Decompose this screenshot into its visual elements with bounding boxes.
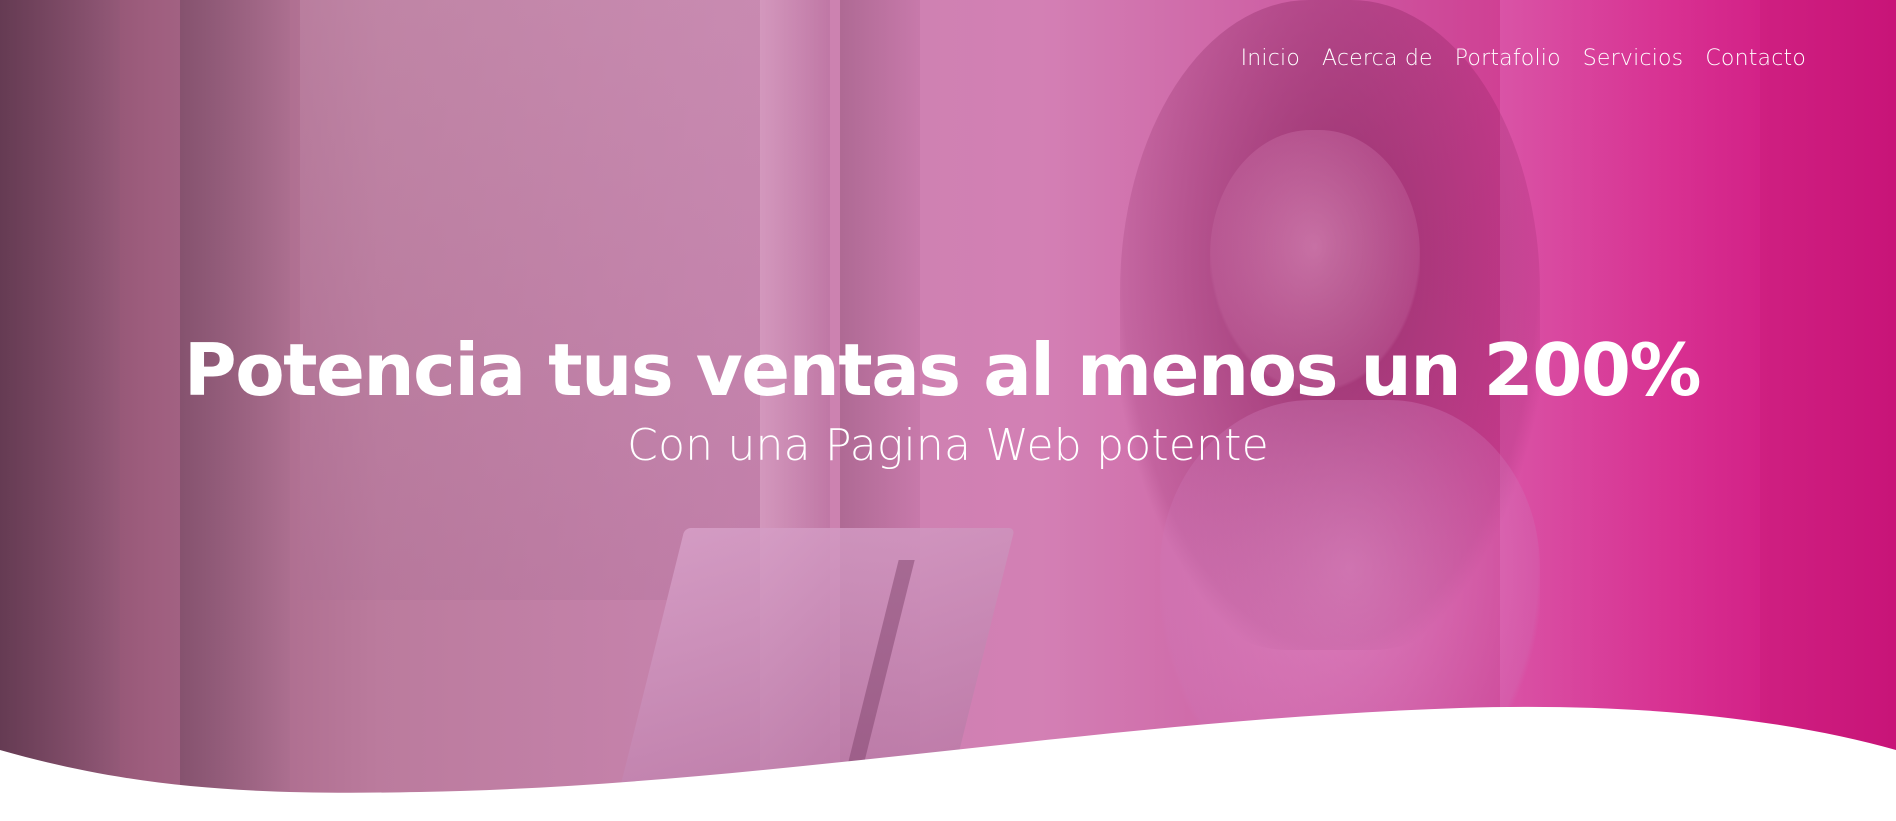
nav-item-acerca-de[interactable]: Acerca de — [1322, 46, 1433, 71]
nav-item-servicios[interactable]: Servicios — [1583, 46, 1684, 71]
nav-item-inicio[interactable]: Inicio — [1241, 46, 1300, 71]
hero-text-block: Potencia tus ventas al menos un 200% Con… — [0, 322, 1896, 474]
nav-item-contacto[interactable]: Contacto — [1705, 46, 1806, 71]
nav-item-portafolio[interactable]: Portafolio — [1455, 46, 1561, 71]
hero-title: Potencia tus ventas al menos un 200% — [183, 328, 1702, 412]
main-nav: Inicio Acerca de Portafolio Servicios Co… — [1241, 46, 1806, 71]
hero-section: Inicio Acerca de Portafolio Servicios Co… — [0, 0, 1896, 821]
hero-subtitle: Con una Pagina Web potente — [627, 420, 1269, 471]
